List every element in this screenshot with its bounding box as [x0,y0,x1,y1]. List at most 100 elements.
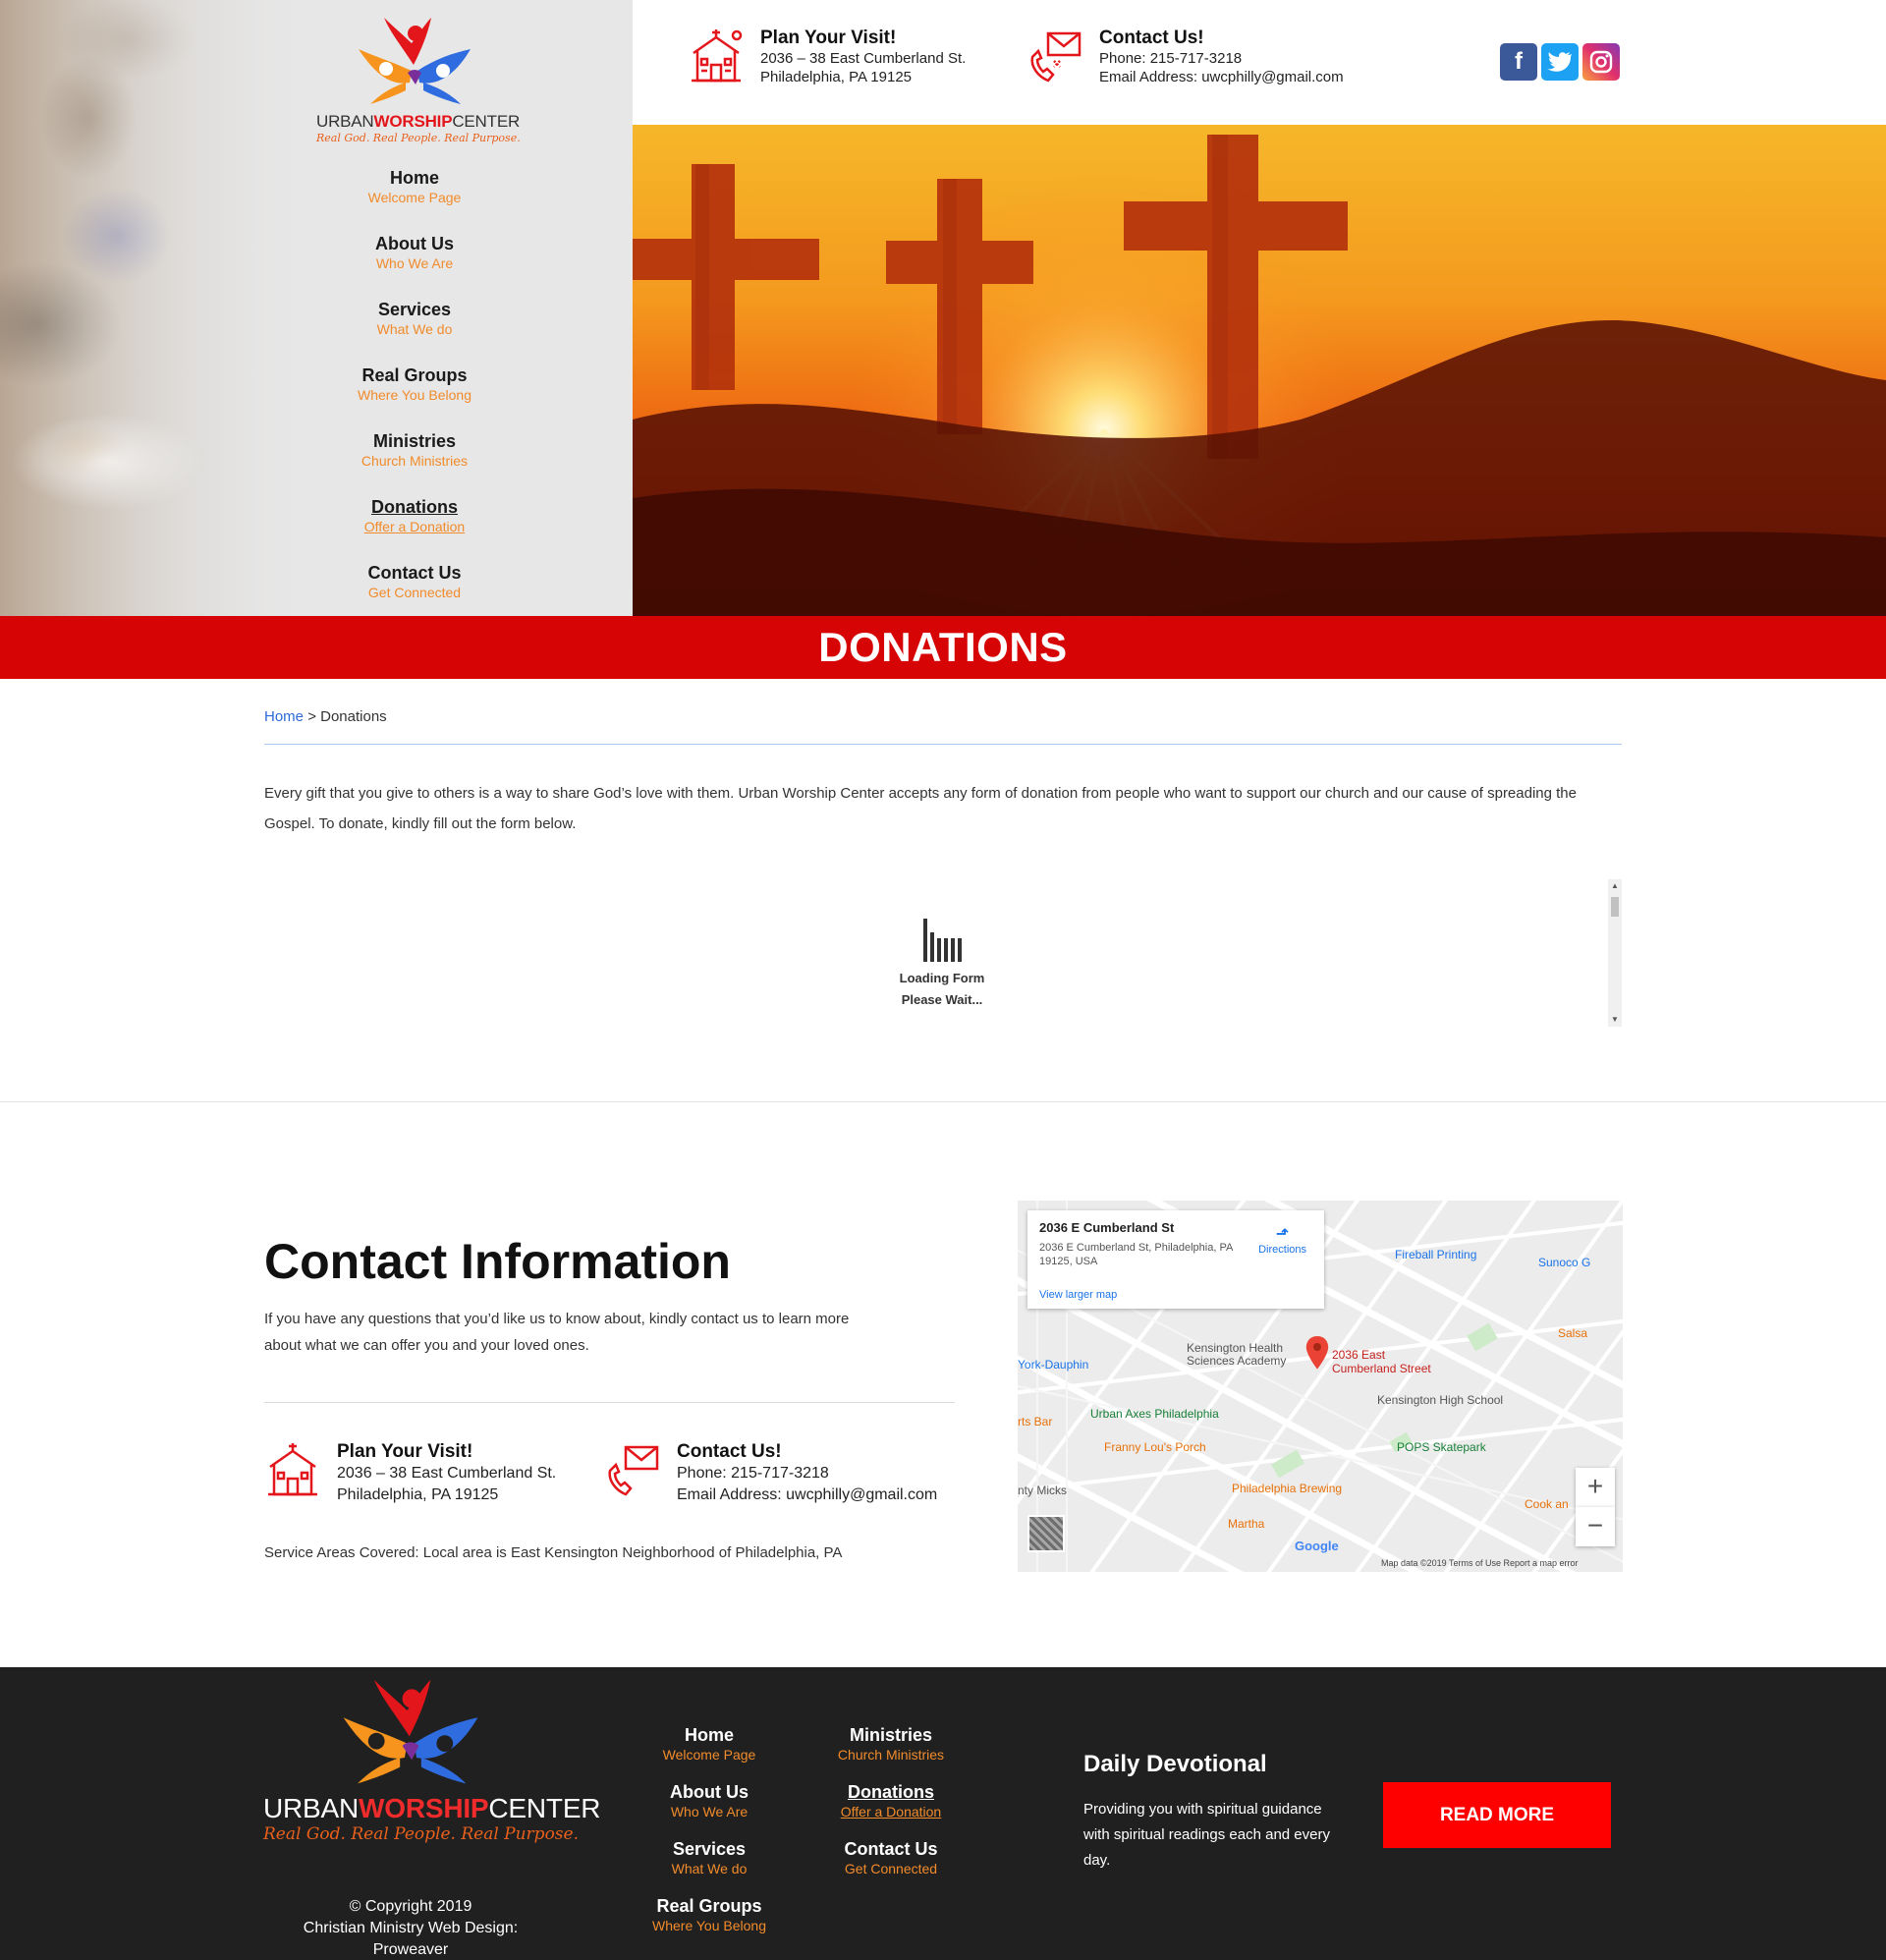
map-attribution[interactable]: Map data ©2019 Terms of Use Report a map… [1381,1558,1579,1568]
map-label-urban-axes: Urban Axes Philadelphia [1090,1407,1219,1421]
footer-logo-tagline: Real God. Real People. Real Purpose. [263,1824,579,1844]
directions-button[interactable]: ⬏ Directions [1258,1224,1306,1256]
logo-wordmark: URBANWORSHIPCENTER [316,112,521,131]
map-place-card: 2036 E Cumberland St 2036 E Cumberland S… [1027,1210,1324,1309]
visit-address-2: Philadelphia, PA 19125 [337,1486,499,1503]
map-label-franny: Franny Lou's Porch [1104,1440,1206,1454]
map-satellite-toggle[interactable] [1027,1515,1065,1552]
scroll-up-icon[interactable]: ▲ [1611,881,1619,891]
hero-image-crosses [633,125,1886,616]
contact-phone[interactable]: Phone: 215-717-3218 [677,1463,937,1484]
sidebar: URBANWORSHIPCENTER Real God. Real People… [0,0,633,616]
section-divider [0,1101,1886,1102]
footer-nav-services[interactable]: Services What We do [611,1838,807,1877]
breadcrumb-current: Donations [320,708,387,725]
loading-text-1: Loading Form [899,971,985,985]
breadcrumb-separator: > [307,708,316,725]
footer-logo[interactable]: URBANWORSHIPCENTER Real God. Real People… [263,1675,601,1844]
nav-item-real-groups[interactable]: Real Groups Where You Belong [316,364,513,404]
breadcrumb-home-link[interactable]: Home [264,708,304,725]
contact-email[interactable]: Email Address: uwcphilly@gmail.com [677,1484,937,1506]
divider [264,744,1622,745]
page-title: DONATIONS [818,624,1068,670]
map-label-kensington-health: Kensington Health Sciences Academy [1187,1341,1287,1368]
instagram-icon[interactable] [1582,43,1620,81]
google-map[interactable]: 2036 E Cumberland St 2036 E Cumberland S… [1018,1201,1623,1572]
read-more-button[interactable]: READ MORE [1383,1782,1611,1848]
nav-item-home[interactable]: Home Welcome Page [316,167,513,206]
nav-item-contact-us[interactable]: Contact Us Get Connected [316,562,513,601]
site-footer: URBANWORSHIPCENTER Real God. Real People… [0,1667,1886,1960]
devotional-title: Daily Devotional [1083,1751,1267,1777]
logo-figures-icon [343,1679,478,1784]
map-zoom-out-button[interactable]: − [1576,1507,1615,1546]
view-larger-map-link[interactable]: View larger map [1039,1289,1117,1301]
email-address[interactable]: Email Address: uwcphilly@gmail.com [1099,68,1344,86]
map-label-york-dauphin: York-Dauphin [1018,1358,1089,1372]
footer-nav-home[interactable]: Home Welcome Page [611,1724,807,1764]
address-line-2: Philadelphia, PA 19125 [760,69,913,85]
plan-visit-block: Plan Your Visit! 2036 – 38 East Cumberla… [688,28,966,86]
church-icon [692,29,743,83]
directions-icon: ⬏ [1275,1226,1290,1243]
contact-us-block: Contact Us! Phone: 215-717-3218 Email Ad… [604,1441,937,1506]
intro-paragraph: Every gift that you give to others is a … [264,785,1577,832]
form-scrollbar[interactable]: ▲ ▼ [1608,879,1622,1027]
footer-nav-real-groups[interactable]: Real Groups Where You Belong [611,1895,807,1934]
google-logo: Google [1295,1539,1339,1553]
nav-item-ministries[interactable]: Ministries Church Ministries [316,430,513,470]
footer-nav-ministries[interactable]: Ministries Church Ministries [793,1724,989,1764]
nav-item-about-us[interactable]: About Us Who We Are [316,233,513,272]
phone-mail-icon [1030,31,1082,83]
devotional-text: Providing you with spiritual guidance wi… [1083,1801,1330,1869]
top-info-bar: Plan Your Visit! 2036 – 38 East Cumberla… [633,0,1886,125]
map-label-arts-bar: rts Bar [1018,1415,1053,1428]
footer-nav-contact-us[interactable]: Contact Us Get Connected [793,1838,989,1877]
proweaver-link[interactable]: Proweaver [263,1939,558,1960]
scroll-thumb[interactable] [1611,897,1619,917]
social-links: f [1500,43,1620,81]
map-label-pops: POPS Skatepark [1397,1440,1486,1454]
church-icon [268,1443,317,1496]
breadcrumb: Home > Donations [264,708,387,725]
phone-mail-icon [608,1445,659,1496]
map-label-kensington-high: Kensington High School [1377,1393,1504,1407]
contact-paragraph: If you have any questions that you’d lik… [264,1311,850,1354]
footer-logo-wordmark: URBANWORSHIPCENTER [263,1793,601,1823]
visit-address-1: 2036 – 38 East Cumberland St. [337,1465,557,1482]
twitter-icon[interactable] [1541,43,1579,81]
map-label-martha: Martha [1228,1517,1265,1531]
contact-divider [264,1402,955,1403]
phone-number[interactable]: Phone: 215-717-3218 [1099,49,1344,68]
map-pin-label: 2036 East Cumberland Street [1332,1348,1431,1375]
plan-visit-title: Plan Your Visit! [760,28,897,48]
page-title-banner: DONATIONS [0,616,1886,679]
visit-title: Plan Your Visit! [337,1441,473,1462]
map-label-sunoco: Sunoco G [1538,1256,1591,1269]
nav-item-services[interactable]: Services What We do [316,299,513,338]
map-label-micks: nty Micks [1018,1484,1068,1497]
footer-nav-about-us[interactable]: About Us Who We Are [611,1781,807,1820]
scroll-down-icon[interactable]: ▼ [1611,1015,1619,1025]
loading-bars-icon [883,919,1001,962]
contact-block: Contact Us! Phone: 215-717-3218 Email Ad… [1026,28,1344,86]
map-label-phila-brewing: Philadelphia Brewing [1232,1482,1343,1495]
logo-tagline: Real God. Real People. Real Purpose. [316,132,521,144]
footer-nav-donations[interactable]: Donations Offer a Donation [793,1781,989,1820]
map-place-address: 2036 E Cumberland St, Philadelphia, PA 1… [1039,1242,1233,1267]
facebook-icon[interactable]: f [1500,43,1537,81]
nav-item-donations[interactable]: Donations Offer a Donation [316,496,513,535]
donation-form-frame[interactable]: Loading Form Please Wait... ▲ ▼ [264,879,1622,1027]
contact-heading: Contact Information [264,1234,731,1289]
map-pin [1305,1336,1329,1370]
contact-visit-block: Plan Your Visit! 2036 – 38 East Cumberla… [264,1441,556,1506]
map-label-salsa: Salsa [1558,1326,1588,1340]
map-zoom-in-button[interactable]: + [1576,1468,1615,1507]
site-logo[interactable]: URBANWORSHIPCENTER Real God. Real People… [316,14,521,144]
loading-text-2: Please Wait... [901,992,983,1007]
form-loader: Loading Form Please Wait... [883,919,1001,1011]
site-header: URBANWORSHIPCENTER Real God. Real People… [0,0,1886,679]
footer-copyright: © Copyright 2019 Christian Ministry Web … [263,1896,558,1960]
address-line-1: 2036 – 38 East Cumberland St. [760,50,967,67]
map-label-fireball: Fireball Printing [1395,1248,1477,1261]
